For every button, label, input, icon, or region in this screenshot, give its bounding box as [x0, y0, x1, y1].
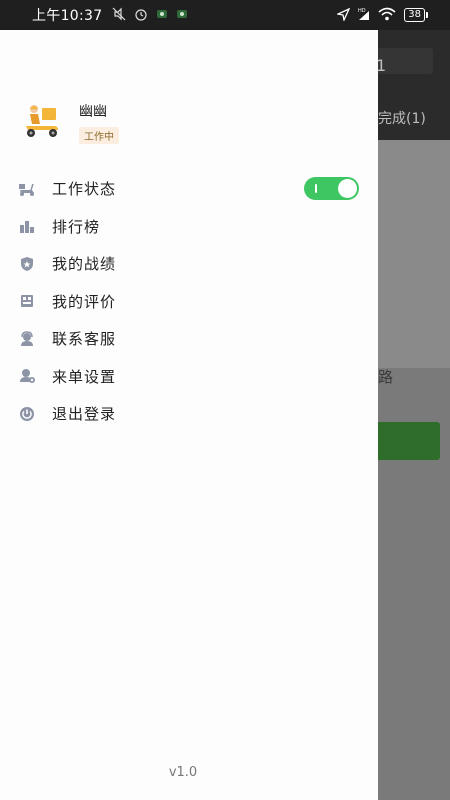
status-badge: 工作中	[79, 126, 119, 144]
menu-label-my-reviews: 我的评价	[52, 292, 117, 311]
menu-label-work-status: 工作状态	[52, 180, 117, 199]
battery-icon: 38	[404, 8, 428, 22]
menu-label-customer-service: 联系客服	[52, 330, 117, 349]
background-action-button	[370, 422, 440, 460]
wifi-icon	[378, 6, 396, 25]
side-drawer: 幽幽 工作中 工作状态 排行榜 我的战绩 我的评价 联系客服 来单设置 退出登录…	[0, 30, 378, 800]
bar-chart-icon	[18, 217, 36, 235]
background-tab-completed: 完成(1)	[378, 111, 426, 127]
drawer-menu: 工作状态 排行榜 我的战绩 我的评价 联系客服 来单设置 退出登录	[0, 170, 378, 433]
power-icon	[18, 405, 36, 423]
menu-label-order-settings: 来单设置	[52, 367, 117, 386]
alarm-icon	[134, 7, 148, 24]
menu-item-order-settings[interactable]: 来单设置	[0, 358, 378, 396]
menu-label-logout: 退出登录	[52, 405, 117, 424]
review-icon	[18, 292, 36, 310]
app-notification-icon	[176, 8, 188, 23]
scooter-icon	[18, 180, 36, 198]
location-icon	[336, 6, 351, 25]
status-notification-icons	[112, 7, 188, 24]
app-notification-icon	[156, 8, 168, 23]
mute-icon	[112, 7, 126, 24]
svg-text:HD: HD	[358, 8, 366, 14]
menu-item-logout[interactable]: 退出登录	[0, 395, 378, 433]
shield-icon	[18, 255, 36, 273]
menu-item-leaderboard[interactable]: 排行榜	[0, 208, 378, 246]
signal-icon: HD	[358, 6, 370, 25]
menu-item-my-record[interactable]: 我的战绩	[0, 245, 378, 283]
courier-scooter-avatar	[20, 100, 64, 144]
menu-label-leaderboard: 排行榜	[52, 217, 101, 236]
status-bar: 上午10:37 HD 38	[0, 0, 450, 30]
toggle-knob	[338, 179, 357, 198]
work-status-toggle[interactable]	[304, 177, 359, 200]
order-settings-icon	[18, 367, 36, 385]
status-time: 上午10:37	[32, 8, 103, 24]
background-road-text: 路	[378, 368, 394, 386]
menu-item-customer-service[interactable]: 联系客服	[0, 320, 378, 358]
status-system-icons: HD 38	[336, 6, 428, 25]
menu-label-my-record: 我的战绩	[52, 255, 117, 274]
battery-level: 38	[404, 8, 425, 22]
customer-service-icon	[18, 330, 36, 348]
menu-item-my-reviews[interactable]: 我的评价	[0, 283, 378, 321]
username: 幽幽	[79, 103, 107, 120]
profile-header[interactable]: 幽幽 工作中	[20, 100, 119, 144]
app-version: v1.0	[168, 765, 198, 780]
menu-item-work-status[interactable]: 工作状态	[0, 170, 378, 208]
